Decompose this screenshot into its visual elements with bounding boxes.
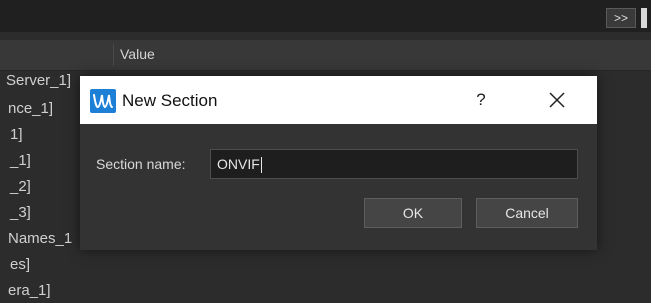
- cancel-button[interactable]: Cancel: [476, 198, 578, 228]
- tree-item[interactable]: 1]: [10, 126, 23, 143]
- tree-item[interactable]: era_1]: [8, 282, 51, 299]
- toolbar: >>: [0, 0, 651, 32]
- column-divider[interactable]: [113, 44, 114, 66]
- main-window: >> Value Server_1] nce_1] 1] _1] _2] _3]…: [0, 0, 651, 303]
- close-button[interactable]: [544, 88, 570, 112]
- section-name-input[interactable]: ONVIF: [210, 149, 578, 179]
- app-logo-icon: [90, 89, 116, 113]
- section-name-label: Section name:: [96, 156, 186, 172]
- column-header-value[interactable]: Value: [120, 46, 155, 62]
- tree-item[interactable]: Server_1]: [6, 72, 71, 89]
- dialog-title-bar[interactable]: New Section ?: [80, 76, 597, 124]
- text-caret: [260, 157, 262, 174]
- tree-item[interactable]: _1]: [10, 152, 31, 169]
- dialog-title: New Section: [122, 91, 218, 110]
- help-button[interactable]: ?: [471, 88, 491, 112]
- section-name-value: ONVIF: [217, 156, 260, 172]
- tree-item[interactable]: nce_1]: [8, 100, 53, 117]
- tree-item[interactable]: es]: [10, 256, 30, 273]
- tree-item[interactable]: _2]: [10, 178, 31, 195]
- new-section-dialog: New Section ? Section name: ONVIF OK Can…: [80, 76, 597, 250]
- table-header: [0, 40, 651, 71]
- expand-toolbar-button[interactable]: >>: [606, 8, 636, 28]
- close-icon: [549, 92, 565, 108]
- toolbar-edge: [641, 8, 647, 28]
- tree-item[interactable]: _3]: [10, 204, 31, 221]
- tree-item[interactable]: Names_1: [8, 230, 72, 247]
- ok-button[interactable]: OK: [364, 198, 462, 228]
